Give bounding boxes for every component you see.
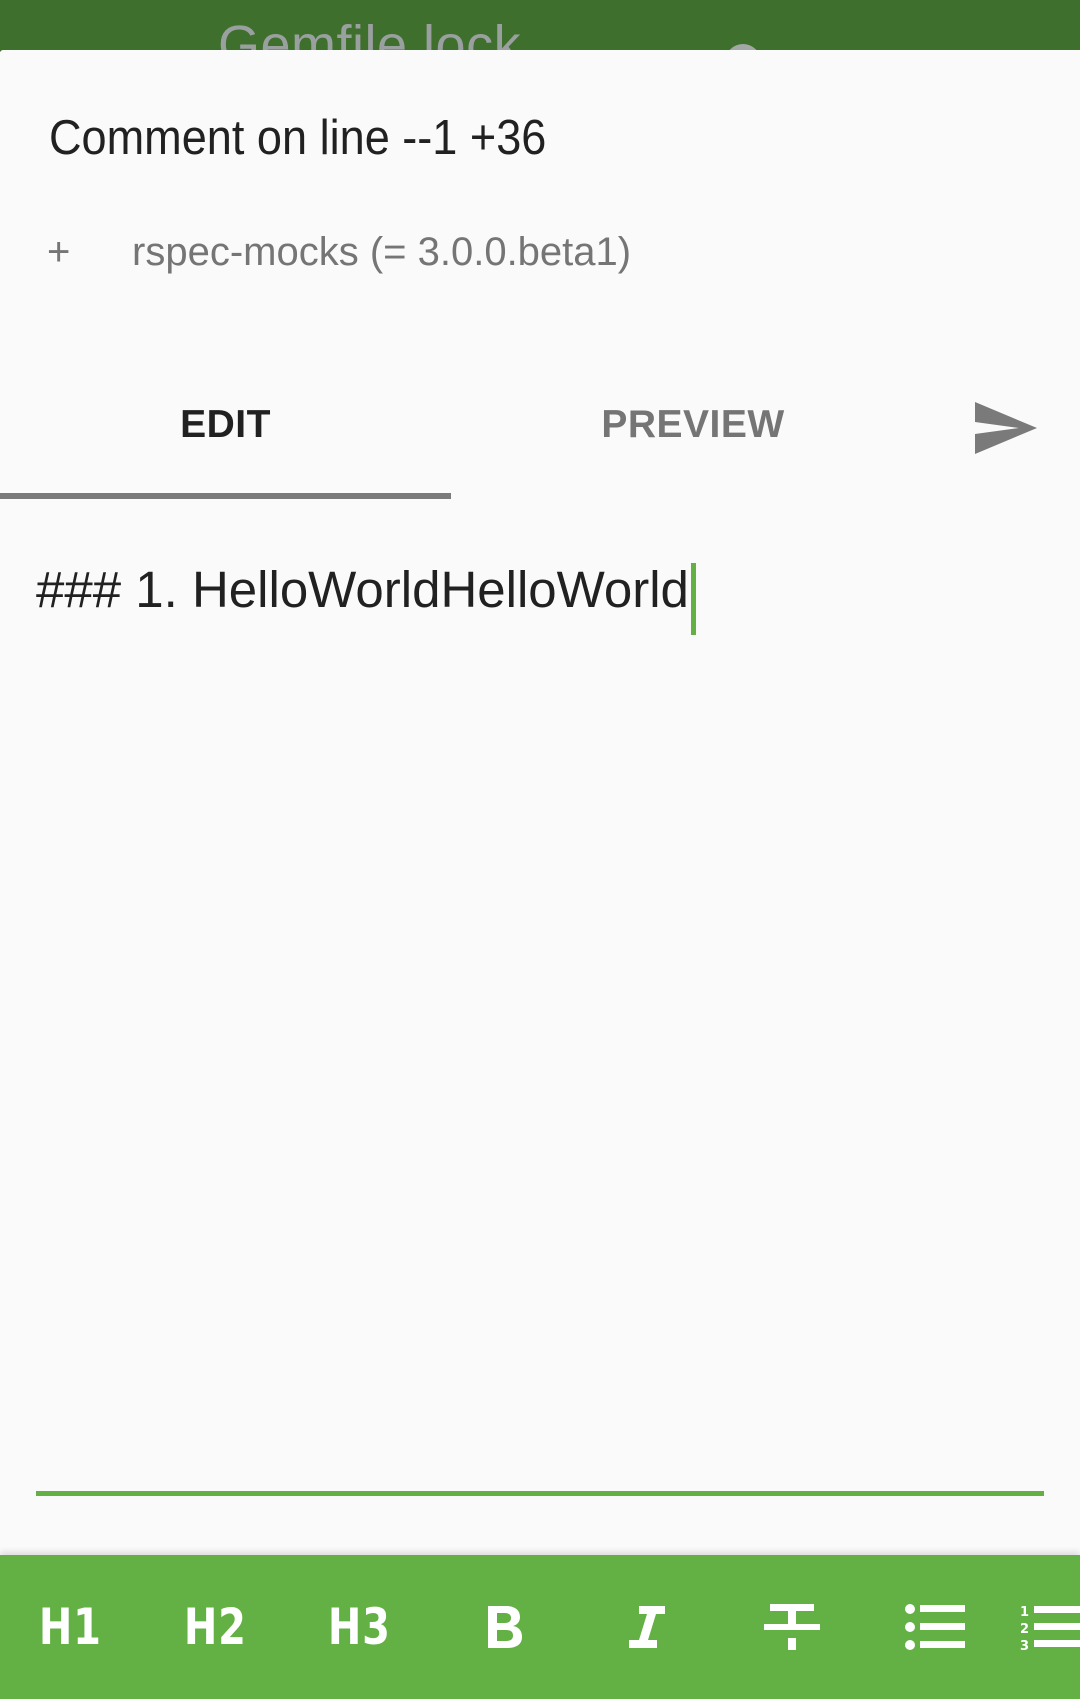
heading-2-icon: H2 (183, 1598, 247, 1656)
strikethrough-button[interactable] (732, 1555, 852, 1699)
svg-text:2: 2 (1020, 1622, 1029, 1637)
app-root: Gemfile.lock Comment on line --1 +36 + r… (0, 0, 1080, 1699)
comment-editor[interactable]: ### 1. HelloWorldHelloWorld (36, 548, 1044, 1498)
dialog-title: Comment on line --1 +36 (49, 111, 547, 165)
diff-marker: + (47, 229, 71, 274)
background-toolbar-title: Gemfile.lock (218, 15, 522, 52)
markdown-toolbar: H1 H2 H3 1 2 3 (0, 1555, 1080, 1699)
tab-preview[interactable]: PREVIEW (451, 400, 935, 450)
tab-indicator (0, 493, 451, 499)
heading-1-button[interactable]: H1 (10, 1555, 130, 1699)
diff-code: rspec-mocks (= 3.0.0.beta1) (132, 229, 632, 274)
heading-1-icon: H1 (38, 1598, 102, 1656)
italic-button[interactable] (587, 1555, 707, 1699)
bulleted-list-icon (905, 1604, 965, 1650)
send-button[interactable] (970, 392, 1042, 464)
comment-input-text[interactable]: ### 1. HelloWorldHelloWorld (36, 561, 689, 618)
bold-icon (488, 1606, 522, 1648)
send-icon (975, 402, 1037, 454)
heading-2-button[interactable]: H2 (155, 1555, 275, 1699)
strikethrough-icon (764, 1604, 820, 1650)
bold-button[interactable] (444, 1555, 564, 1699)
italic-icon (629, 1606, 665, 1648)
svg-text:1: 1 (1020, 1605, 1029, 1620)
numbered-list-button[interactable]: 1 2 3 (1020, 1555, 1080, 1699)
editor-underline (36, 1491, 1044, 1496)
diff-line: + rspec-mocks (= 3.0.0.beta1) (47, 227, 631, 277)
heading-3-button[interactable]: H3 (299, 1555, 419, 1699)
background-toolbar: Gemfile.lock (0, 0, 1080, 52)
text-caret (690, 562, 696, 635)
svg-text:3: 3 (1020, 1639, 1029, 1652)
tab-edit[interactable]: EDIT (0, 400, 451, 450)
numbered-list-icon: 1 2 3 (1020, 1605, 1080, 1652)
tab-bar: EDIT PREVIEW (0, 380, 1080, 500)
bulleted-list-button[interactable] (875, 1555, 995, 1699)
heading-3-icon: H3 (327, 1598, 391, 1656)
